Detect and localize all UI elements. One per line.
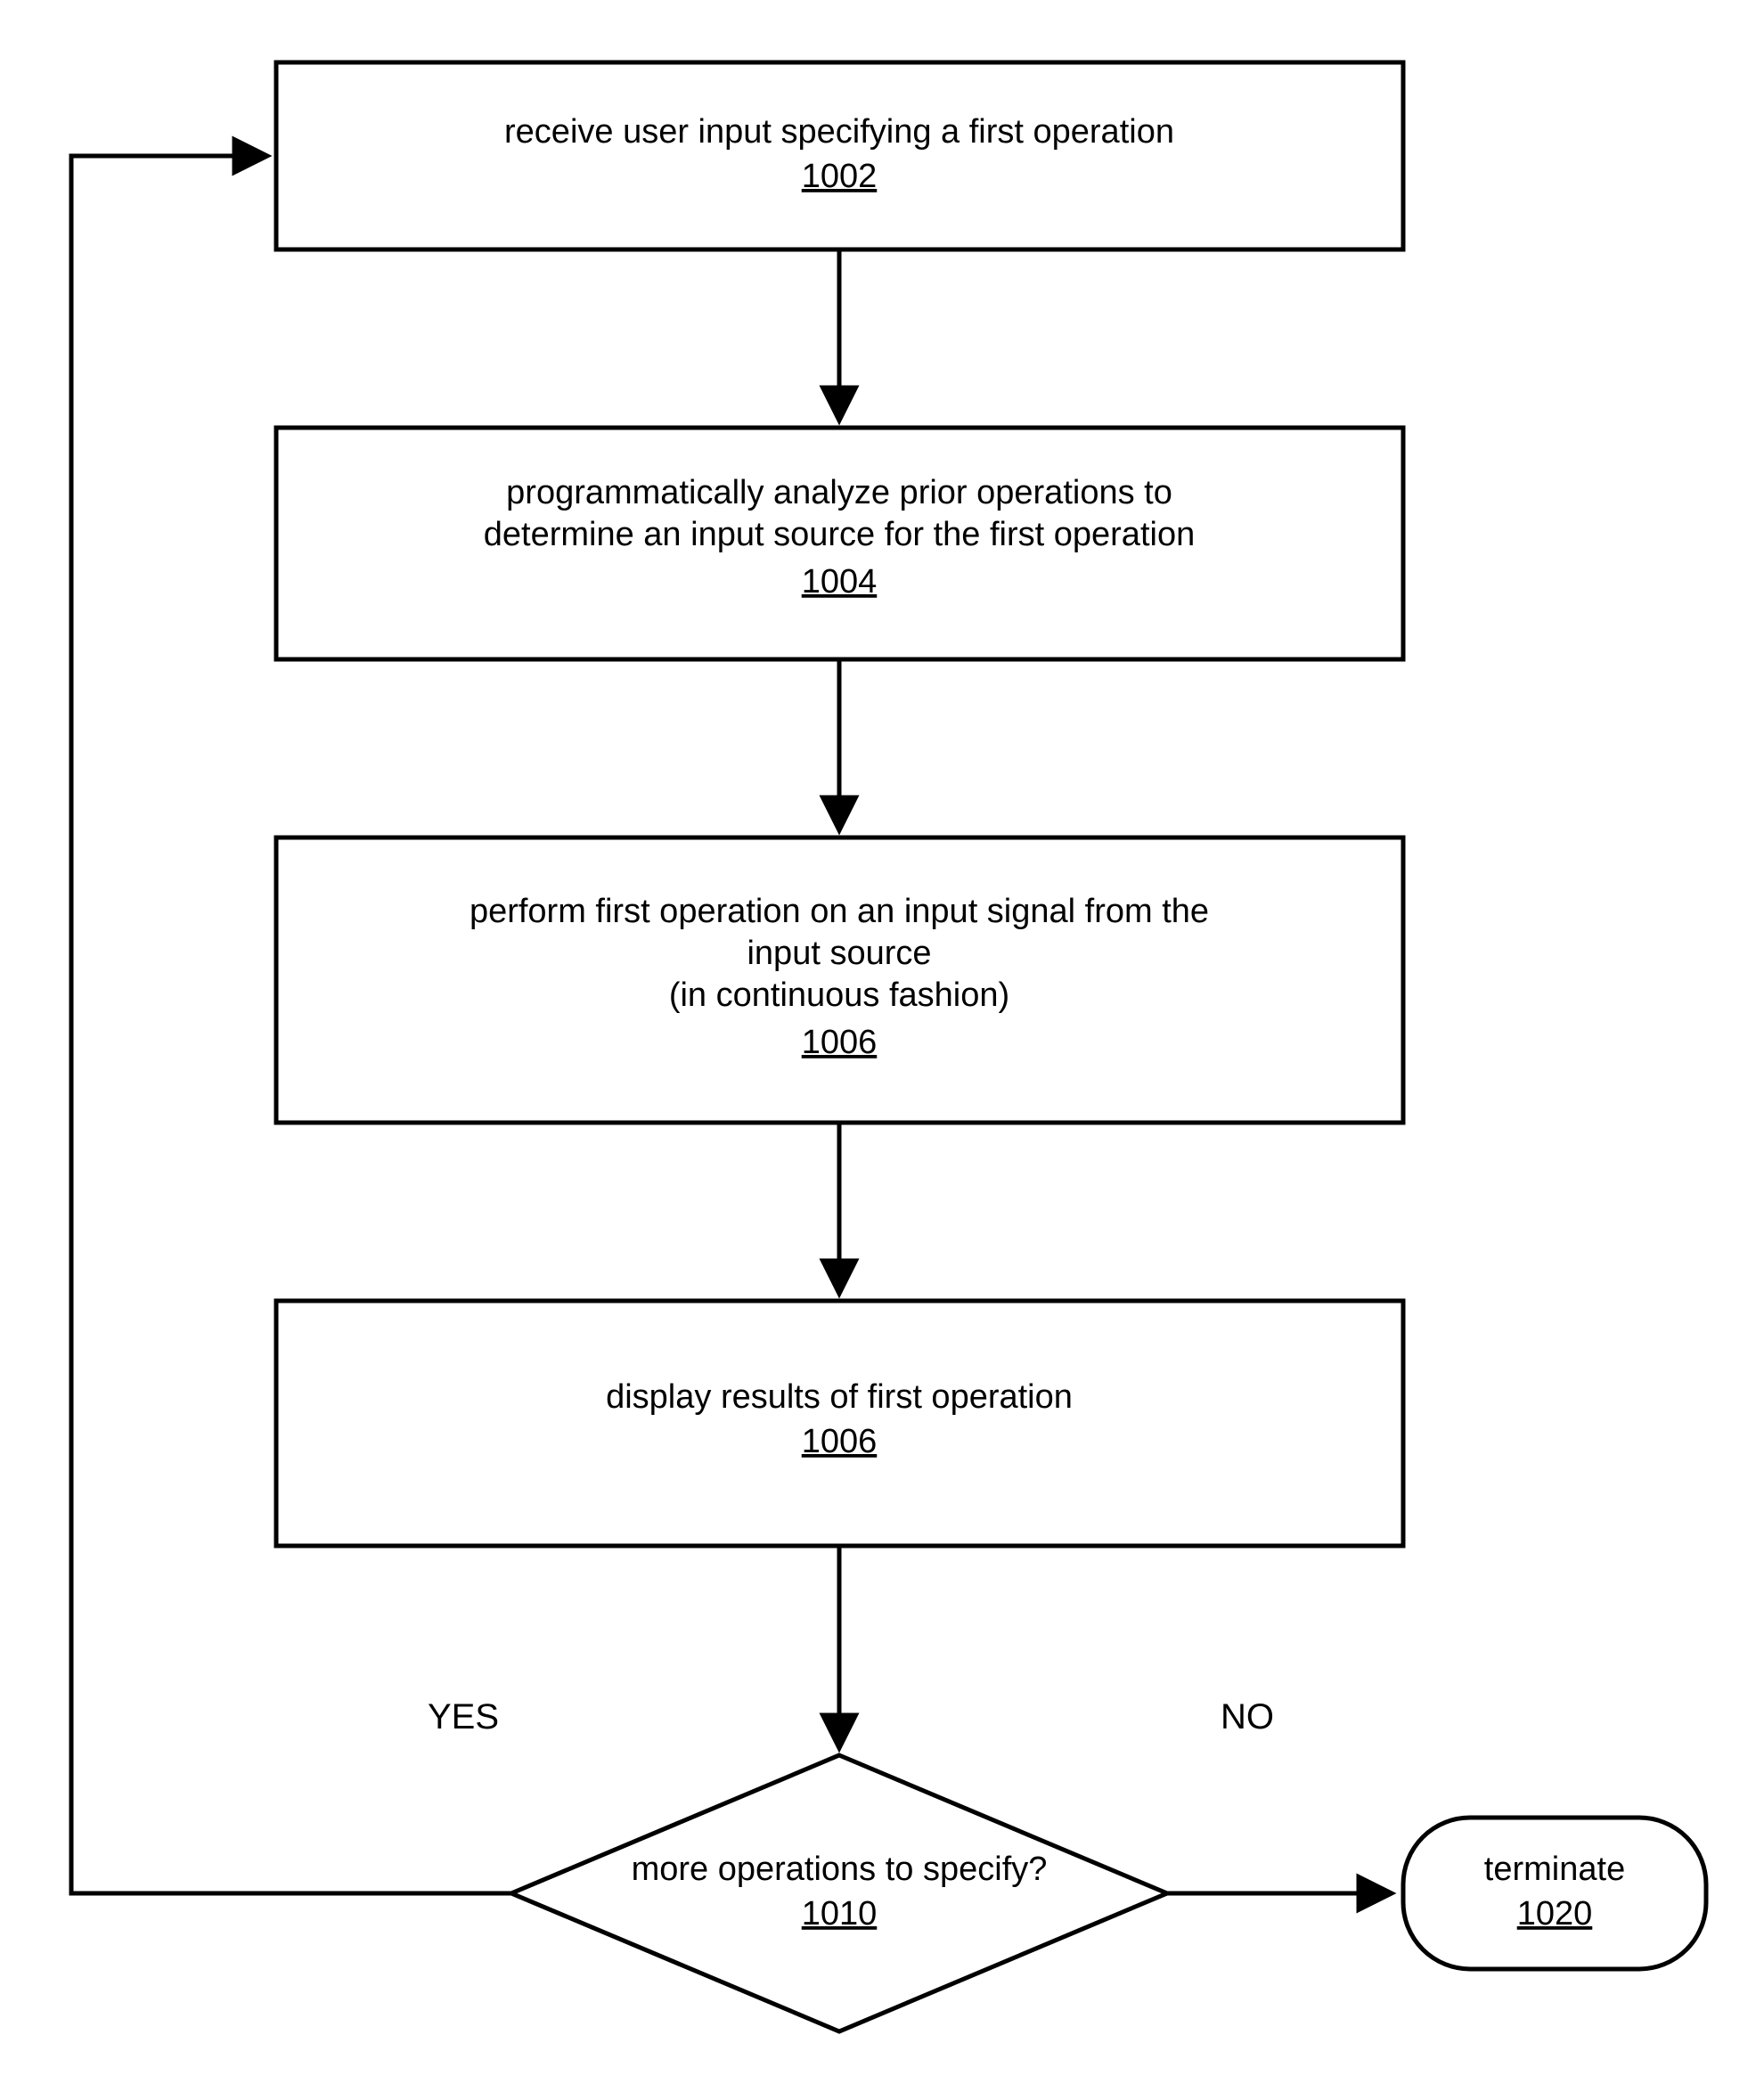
step3-line1: perform first operation on an input sign… (470, 893, 1209, 930)
step3-line3: (in continuous fashion) (669, 977, 1009, 1014)
step-analyze-prior-operations: programmatically analyze prior operation… (276, 428, 1403, 659)
terminate-ref: 1020 (1517, 1895, 1593, 1933)
arrow-decision-yes-loop (71, 156, 511, 1893)
step3-line2: input source (747, 935, 931, 972)
decision-ref: 1010 (802, 1895, 878, 1933)
step4-text: display results of first operation (606, 1378, 1073, 1416)
step2-line2: determine an input source for the first … (484, 516, 1195, 553)
decision-text: more operations to specify? (632, 1851, 1048, 1888)
step2-line1: programmatically analyze prior operation… (506, 474, 1172, 511)
step-perform-operation: perform first operation on an input sign… (276, 838, 1403, 1123)
decision-more-operations: more operations to specify? 1010 (511, 1755, 1167, 2031)
terminate-text: terminate (1484, 1851, 1625, 1888)
terminate-node: terminate 1020 (1403, 1818, 1706, 1969)
decision-no-label: NO (1221, 1697, 1274, 1737)
step4-ref: 1006 (802, 1423, 878, 1460)
step2-ref: 1004 (802, 563, 878, 601)
step-display-results: display results of first operation 1006 (276, 1301, 1403, 1546)
decision-yes-label: YES (428, 1697, 499, 1737)
step-receive-input: receive user input specifying a first op… (276, 62, 1403, 249)
step1-ref: 1002 (802, 158, 878, 195)
step1-text: receive user input specifying a first op… (504, 113, 1174, 151)
step3-ref: 1006 (802, 1024, 878, 1061)
